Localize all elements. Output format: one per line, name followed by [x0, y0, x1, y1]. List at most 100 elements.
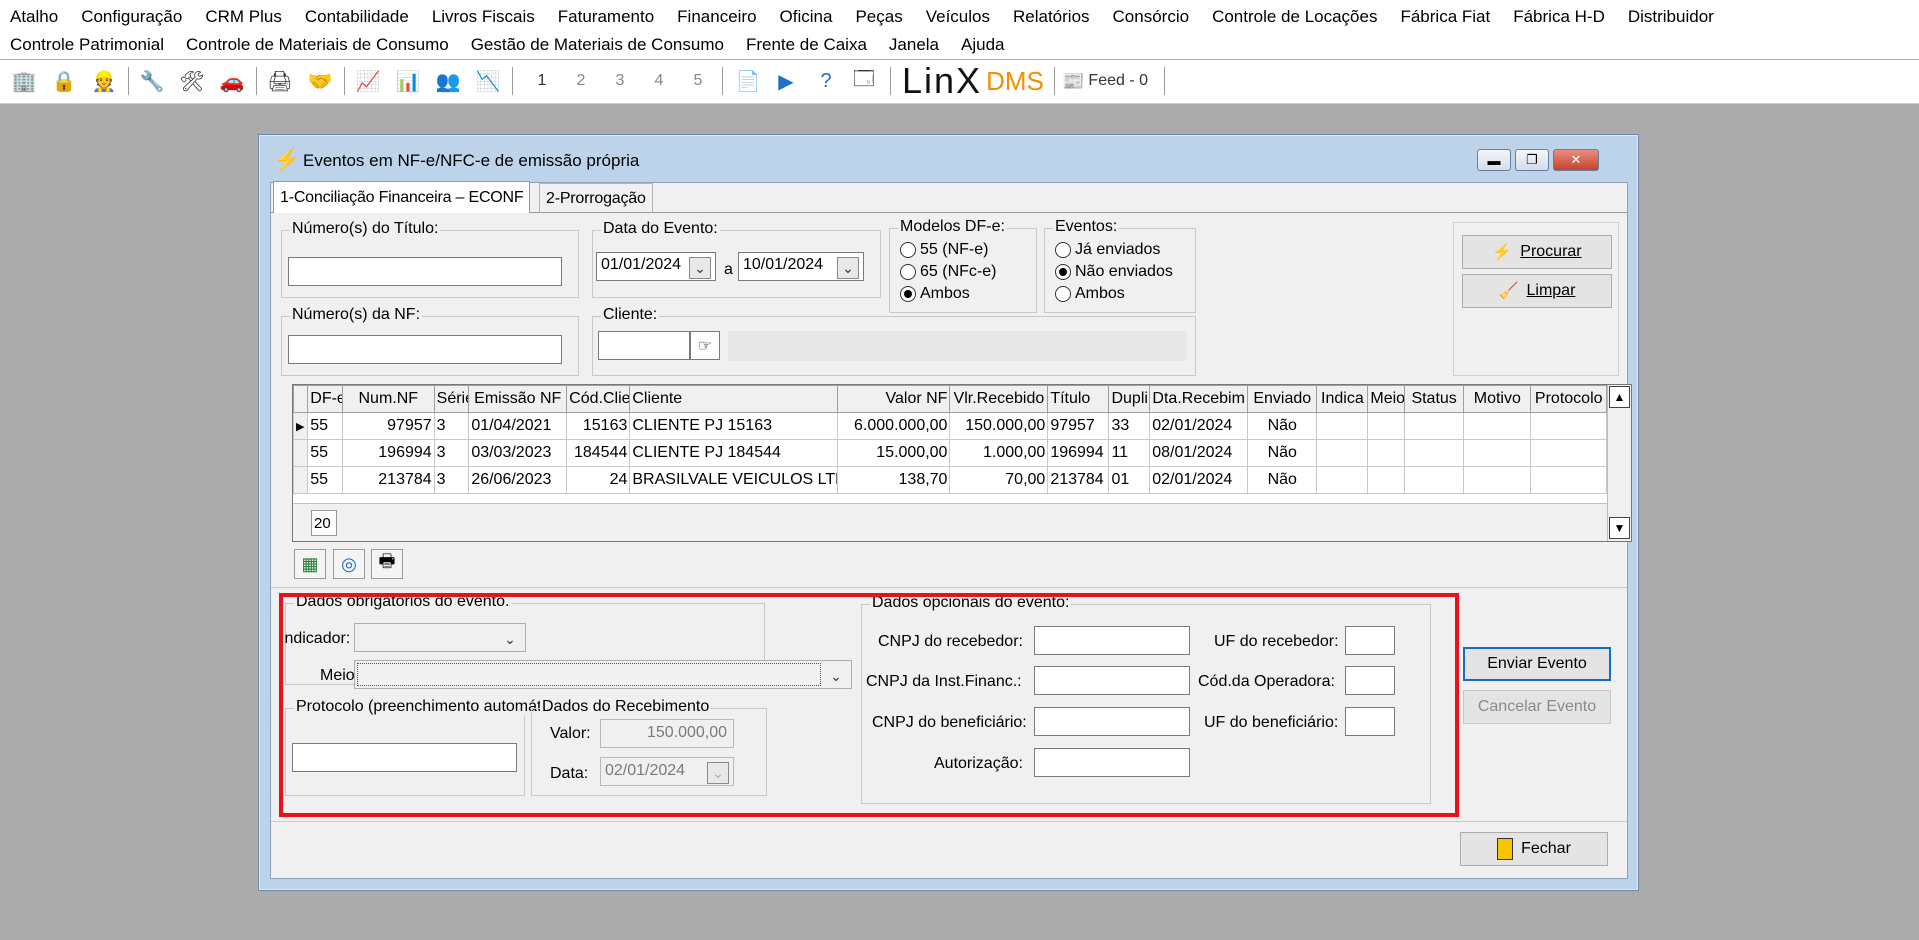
menu-item-2-3[interactable]: Frente de Caixa	[746, 35, 867, 55]
table-cell: 55	[307, 466, 343, 494]
table-row[interactable]: 55 213784 3 26/06/2023 24 BRASILVALE VEICULOS…	[293, 466, 1607, 494]
fechar-label: Fechar	[1521, 840, 1571, 857]
menu-item-2-4[interactable]: Janela	[889, 35, 939, 55]
menu-item-2-2[interactable]: Gestão de Materiais de Consumo	[471, 35, 724, 55]
restore-button[interactable]: ❐	[1515, 149, 1549, 171]
document-icon[interactable]: 📄	[734, 66, 762, 96]
window-icon[interactable]: 🗔	[850, 66, 878, 96]
col-dfe[interactable]: DF-e	[307, 385, 343, 413]
menu-item-1-10[interactable]: Relatórios	[1013, 7, 1090, 27]
evento-enviados-radio[interactable]: Já enviados	[1055, 241, 1160, 259]
col-meio[interactable]: Meio	[1367, 385, 1406, 413]
col-enviado[interactable]: Enviado	[1247, 385, 1318, 413]
menu-item-2-5[interactable]: Ajuda	[961, 35, 1004, 55]
table-row[interactable]: ▶ 55 97957 3 01/04/2021 15163 CLIENTE PJ 15163…	[293, 412, 1607, 440]
page-3-button[interactable]: 3	[606, 66, 634, 96]
menu-item-1-1[interactable]: Configuração	[81, 7, 182, 27]
nf-input[interactable]	[288, 335, 562, 364]
print-icon[interactable]: 🖶	[371, 549, 403, 579]
menu-item-1-8[interactable]: Peças	[855, 7, 902, 27]
radio-circle	[1055, 264, 1071, 280]
cliente-code-input[interactable]	[598, 331, 690, 360]
modelo-ambos-radio[interactable]: Ambos	[900, 285, 970, 303]
report-icon[interactable]: 📊	[394, 66, 422, 96]
menu-item-1-6[interactable]: Financeiro	[677, 7, 756, 27]
help-icon[interactable]: ?	[812, 66, 840, 96]
col-vlr-recebido[interactable]: Vlr.Recebido	[949, 385, 1049, 413]
printer-icon[interactable]: 🖨	[266, 66, 294, 96]
menu-item-1-7[interactable]: Oficina	[780, 7, 833, 27]
menu-item-1-3[interactable]: Contabilidade	[305, 7, 409, 27]
car-icon[interactable]: 🚗	[218, 66, 246, 96]
col-num-nf[interactable]: Num.NF	[341, 385, 435, 413]
people-icon[interactable]: 👥	[434, 66, 462, 96]
grid-scrollbar[interactable]: ▲ ▼	[1607, 385, 1631, 541]
col-cod-cliente[interactable]: Cód.Cliente	[566, 385, 631, 413]
menu-item-2-1[interactable]: Controle de Materiais de Consumo	[186, 35, 449, 55]
menu-item-1-11[interactable]: Consórcio	[1113, 7, 1190, 27]
limpar-button[interactable]: 🧹 Limpar	[1462, 274, 1612, 308]
col-titulo[interactable]: Título	[1047, 385, 1110, 413]
data-inicio-input[interactable]: 01/01/2024 ⌄	[596, 252, 716, 281]
tab-conciliacao[interactable]: 1-Conciliação Financeira – ECONF	[273, 181, 531, 213]
menu-item-1-2[interactable]: CRM Plus	[205, 7, 282, 27]
menu-item-1-9[interactable]: Veículos	[926, 7, 990, 27]
titulo-input[interactable]	[288, 257, 562, 286]
scroll-up-icon[interactable]: ▲	[1609, 386, 1630, 408]
page-4-button[interactable]: 4	[645, 66, 673, 96]
col-motivo[interactable]: Motivo	[1463, 385, 1532, 413]
table-cell: 196994	[1047, 439, 1110, 467]
menu-item-1-12[interactable]: Controle de Locações	[1212, 7, 1377, 27]
page-5-button[interactable]: 5	[684, 66, 712, 96]
procurar-button[interactable]: ⚡ Procurar	[1462, 235, 1612, 269]
modelo-65-radio[interactable]: 65 (NFc-e)	[900, 263, 996, 281]
col-dta-recebim[interactable]: Dta.Recebim	[1149, 385, 1249, 413]
col-valor-nf[interactable]: Valor NF	[837, 385, 951, 413]
table-row[interactable]: 55 196994 3 03/03/2023 184544 CLIENTE PJ 1845…	[293, 439, 1607, 467]
cliente-label: Cliente:	[601, 306, 660, 324]
evento-ambos-radio[interactable]: Ambos	[1055, 285, 1125, 303]
events-grid[interactable]: DF-e Num.NF Série Emissão NF Cód.Cliente…	[292, 384, 1632, 542]
browser-export-icon[interactable]: ◎	[333, 549, 365, 579]
user-icon[interactable]: 👷	[90, 66, 118, 96]
graph-icon[interactable]: 📉	[474, 66, 502, 96]
fechar-button[interactable]: Fechar	[1460, 832, 1608, 866]
col-protocolo[interactable]: Protocolo	[1530, 385, 1607, 413]
menu-item-1-0[interactable]: Atalho	[10, 7, 58, 27]
mechanic-icon[interactable]: 🛠	[178, 66, 206, 96]
evento-nao-enviados-radio[interactable]: Não enviados	[1055, 263, 1173, 281]
menu-item-2-0[interactable]: Controle Patrimonial	[10, 35, 164, 55]
building-icon[interactable]: 🏢	[10, 66, 38, 96]
col-serie[interactable]: Série	[433, 385, 470, 413]
modelo-55-radio[interactable]: 55 (NF-e)	[900, 241, 988, 259]
lock-icon[interactable]: 🔒	[50, 66, 78, 96]
feed-button[interactable]: 📰 Feed - 0	[1062, 66, 1162, 96]
scroll-down-icon[interactable]: ▼	[1609, 517, 1630, 539]
minimize-button[interactable]: ▬	[1477, 149, 1511, 171]
chart-icon[interactable]: 📈	[354, 66, 382, 96]
col-status[interactable]: Status	[1404, 385, 1465, 413]
page-1-button[interactable]: 1	[528, 66, 556, 96]
play-icon[interactable]: ▶	[772, 66, 800, 96]
menu-item-1-14[interactable]: Fábrica H-D	[1513, 7, 1605, 27]
handshake-icon[interactable]: 🤝	[306, 66, 334, 96]
menu-item-1-4[interactable]: Livros Fiscais	[432, 7, 535, 27]
cancelar-evento-button[interactable]: Cancelar Evento	[1463, 690, 1611, 724]
data-fim-input[interactable]: 10/01/2024 ⌄	[738, 252, 864, 281]
col-indica[interactable]: Indica	[1316, 385, 1369, 413]
excel-export-icon[interactable]: ▦	[294, 549, 326, 579]
col-emissao[interactable]: Emissão NF	[468, 385, 568, 413]
chevron-down-icon[interactable]: ⌄	[689, 257, 711, 279]
tab-prorrogacao[interactable]: 2-Prorrogação	[539, 183, 653, 213]
col-cliente[interactable]: Cliente	[629, 385, 839, 413]
menu-item-1-5[interactable]: Faturamento	[558, 7, 654, 27]
close-button[interactable]: ✕	[1553, 149, 1599, 171]
enviar-evento-button[interactable]: Enviar Evento	[1463, 647, 1611, 681]
menu-item-1-15[interactable]: Distribuidor	[1628, 7, 1714, 27]
pointing-hand-icon[interactable]: ☞	[690, 331, 720, 360]
menu-item-1-13[interactable]: Fábrica Fiat	[1400, 7, 1490, 27]
col-dupli[interactable]: Dupli	[1108, 385, 1151, 413]
page-2-button[interactable]: 2	[567, 66, 595, 96]
chevron-down-icon[interactable]: ⌄	[837, 257, 859, 279]
tools-icon[interactable]: 🔧	[138, 66, 166, 96]
